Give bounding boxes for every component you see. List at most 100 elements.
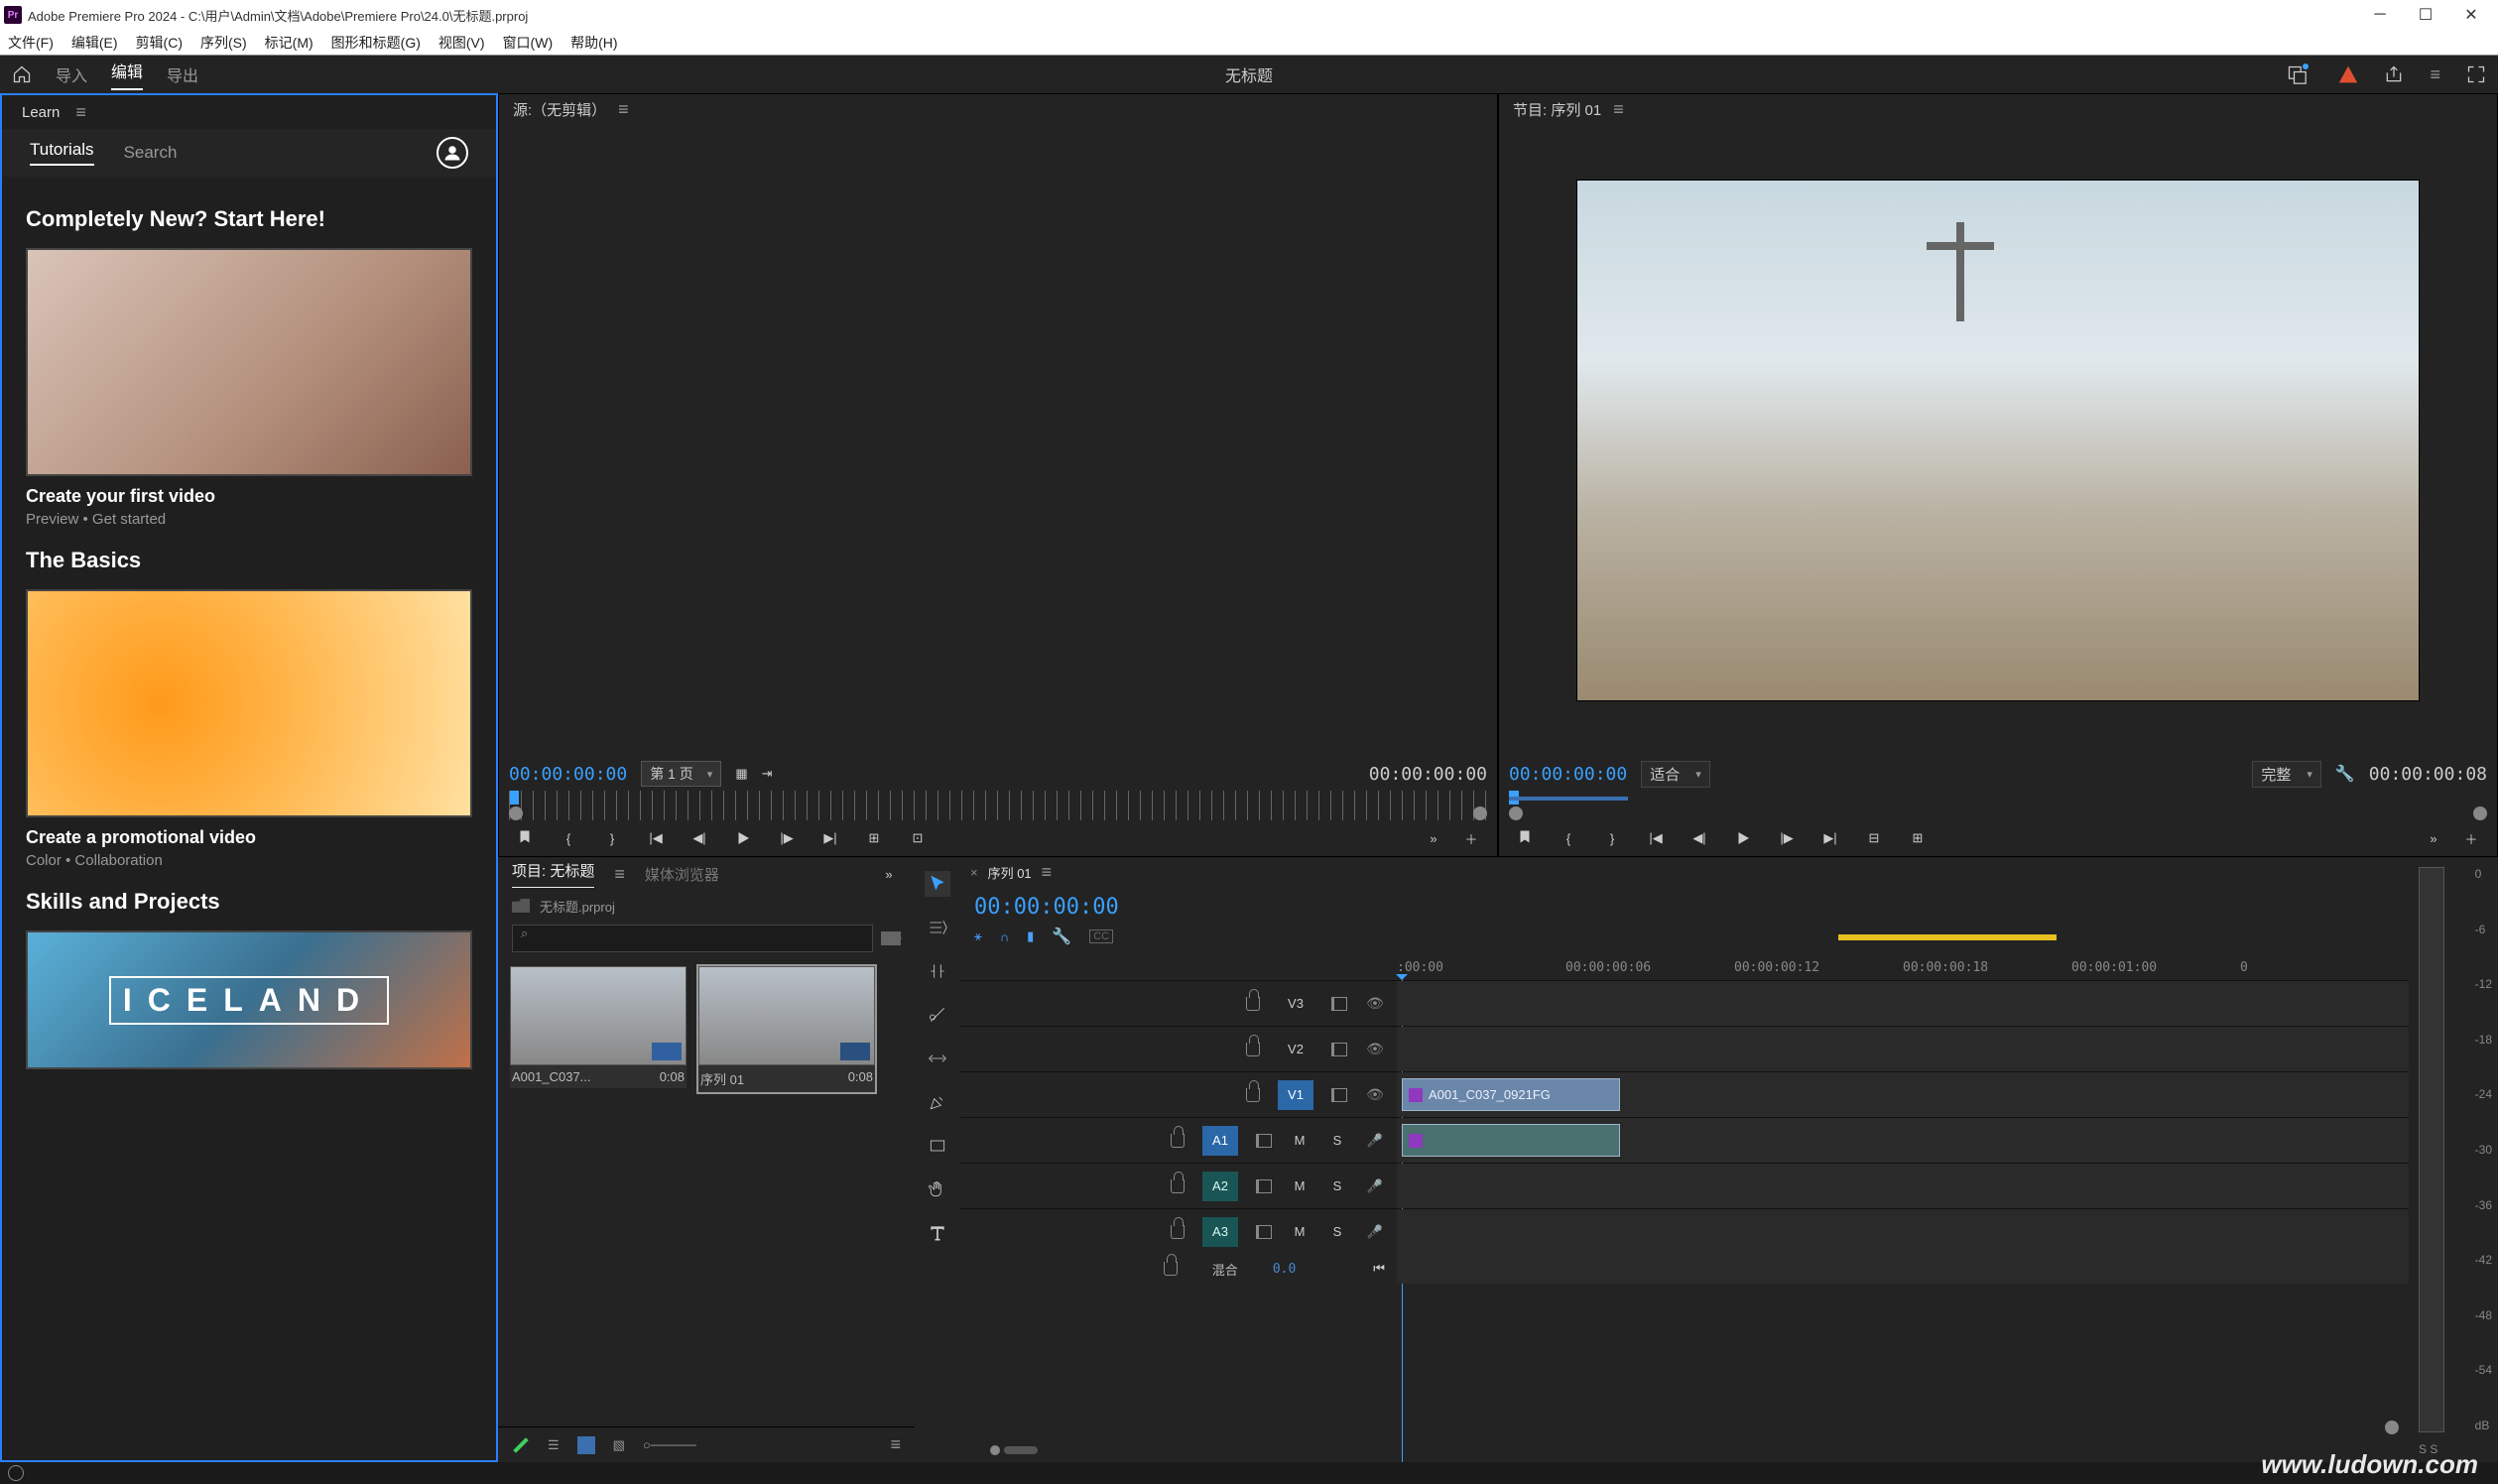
toggle-output-icon[interactable]: [1365, 1085, 1385, 1105]
minimize-button[interactable]: ─: [2357, 0, 2403, 30]
add-marker-icon[interactable]: ▮: [1027, 928, 1034, 944]
audio-clip[interactable]: [1402, 1124, 1620, 1157]
workspace-import[interactable]: 导入: [56, 62, 87, 86]
source-patch-icon[interactable]: [1331, 997, 1347, 1011]
mute-button[interactable]: M: [1290, 1222, 1310, 1242]
play-button[interactable]: [731, 826, 755, 850]
lock-icon[interactable]: [1171, 1134, 1185, 1148]
timeline-timecode[interactable]: 00:00:00:00: [974, 895, 1119, 920]
bin-clip-item[interactable]: A001_C037...0:08: [510, 966, 687, 1092]
home-icon[interactable]: [12, 64, 32, 84]
mute-button[interactable]: M: [1290, 1131, 1310, 1151]
more-transport-icon[interactable]: »: [2422, 826, 2445, 850]
source-page-select[interactable]: 第 1 页: [641, 761, 721, 787]
track-label-v1[interactable]: V1: [1278, 1080, 1313, 1110]
source-grid-icon[interactable]: ▦: [735, 766, 747, 782]
bin-sequence-item[interactable]: 序列 010:08: [698, 966, 875, 1092]
step-back-button[interactable]: ◀|: [687, 826, 711, 850]
timeline-tab-menu-icon[interactable]: [1042, 862, 1053, 883]
program-panel-menu-icon[interactable]: [1613, 99, 1624, 120]
track-label-v3[interactable]: V3: [1278, 989, 1313, 1019]
step-forward-button[interactable]: |▶: [775, 826, 799, 850]
source-link-icon[interactable]: ⇥: [762, 766, 773, 782]
hscroll-bar[interactable]: [990, 1444, 2399, 1456]
lock-icon[interactable]: [1171, 1179, 1185, 1193]
source-timecode-in[interactable]: 00:00:00:00: [509, 764, 627, 785]
program-zoom-select[interactable]: 适合: [1641, 761, 1710, 788]
track-label-a1[interactable]: A1: [1202, 1126, 1238, 1156]
project-footer-menu-icon[interactable]: [890, 1434, 901, 1455]
tutorial-card-iceland[interactable]: ICELAND: [26, 930, 472, 1069]
mark-out-button[interactable]: }: [600, 826, 624, 850]
mark-in-button[interactable]: {: [1557, 826, 1580, 850]
add-marker-button[interactable]: [1513, 826, 1537, 850]
sequence-tab[interactable]: 序列 01: [988, 863, 1032, 882]
vscroll-handle[interactable]: [2385, 1421, 2399, 1434]
snap-icon[interactable]: ⚹: [974, 928, 982, 944]
maximize-button[interactable]: ☐: [2403, 0, 2448, 30]
workspace-export[interactable]: 导出: [167, 62, 198, 86]
new-bin-icon[interactable]: [881, 931, 901, 945]
add-button[interactable]: ＋: [2459, 826, 2483, 850]
insert-button[interactable]: ⊞: [862, 826, 886, 850]
overflow-icon[interactable]: »: [877, 862, 901, 886]
timeline-ruler[interactable]: :00:00 00:00:00:06 00:00:00:12 00:00:00:…: [1397, 954, 2409, 980]
track-select-tool[interactable]: [925, 915, 950, 940]
rectangle-tool[interactable]: [925, 1133, 950, 1159]
menu-graphics[interactable]: 图形和标题(G): [331, 33, 421, 53]
track-label-v2[interactable]: V2: [1278, 1035, 1313, 1064]
lock-icon[interactable]: [1246, 997, 1260, 1011]
go-to-out-button[interactable]: ▶|: [818, 826, 842, 850]
fullscreen-icon[interactable]: [2466, 64, 2486, 84]
program-timecode-in[interactable]: 00:00:00:00: [1509, 764, 1627, 785]
selection-tool[interactable]: [925, 871, 950, 897]
timeline-settings-icon[interactable]: 🔧: [1052, 927, 1071, 946]
track-label-a3[interactable]: A3: [1202, 1217, 1238, 1247]
freeform-view-icon[interactable]: ▧: [613, 1437, 625, 1453]
solo-button[interactable]: S: [1327, 1222, 1347, 1242]
media-browser-tab[interactable]: 媒体浏览器: [645, 864, 719, 885]
source-ruler[interactable]: [509, 791, 1487, 820]
menu-window[interactable]: 窗口(W): [503, 33, 554, 53]
menu-view[interactable]: 视图(V): [438, 33, 485, 53]
source-tab[interactable]: 源:（无剪辑）: [513, 99, 606, 120]
more-transport-icon[interactable]: »: [1422, 826, 1445, 850]
go-to-out-button[interactable]: ▶|: [1818, 826, 1842, 850]
pen-tool[interactable]: [925, 1089, 950, 1115]
type-tool[interactable]: [925, 1220, 950, 1246]
mark-in-button[interactable]: {: [557, 826, 580, 850]
menu-clip[interactable]: 剪辑(C): [136, 33, 183, 53]
program-ruler[interactable]: [1509, 791, 2487, 820]
step-back-button[interactable]: ◀|: [1687, 826, 1711, 850]
close-button[interactable]: ✕: [2448, 0, 2494, 30]
ripple-edit-tool[interactable]: [925, 958, 950, 984]
solo-button[interactable]: S: [1327, 1176, 1347, 1196]
solo-button[interactable]: S: [1327, 1131, 1347, 1151]
source-panel-menu-icon[interactable]: [618, 99, 629, 120]
tutorial-card-first-video[interactable]: [26, 248, 472, 476]
creative-cloud-icon[interactable]: [8, 1465, 24, 1481]
close-sequence-icon[interactable]: ×: [970, 865, 978, 880]
learn-tab-search[interactable]: Search: [124, 143, 178, 163]
icon-view-icon[interactable]: [577, 1436, 595, 1454]
voice-over-icon[interactable]: 🎤: [1365, 1131, 1385, 1151]
mark-out-button[interactable]: }: [1600, 826, 1624, 850]
share-icon[interactable]: [2384, 64, 2404, 84]
source-patch-icon[interactable]: [1331, 1088, 1347, 1102]
user-avatar-icon[interactable]: [437, 137, 468, 169]
settings-icon[interactable]: 🔧: [2335, 764, 2355, 784]
lock-icon[interactable]: [1171, 1225, 1185, 1239]
list-view-icon[interactable]: ☰: [548, 1437, 560, 1453]
source-patch-icon[interactable]: [1256, 1225, 1272, 1239]
menu-help[interactable]: 帮助(H): [570, 33, 617, 53]
lock-icon[interactable]: [1164, 1262, 1178, 1276]
learn-tab-tutorials[interactable]: Tutorials: [30, 140, 94, 166]
project-tab-menu-icon[interactable]: [614, 864, 625, 885]
menu-sequence[interactable]: 序列(S): [200, 33, 247, 53]
quick-export-icon[interactable]: [2287, 64, 2312, 84]
razor-tool[interactable]: [925, 1002, 950, 1028]
program-quality-select[interactable]: 完整: [2252, 761, 2321, 788]
overwrite-button[interactable]: ⊡: [906, 826, 930, 850]
video-clip[interactable]: A001_C037_0921FG: [1402, 1078, 1620, 1111]
linked-selection-icon[interactable]: ∩: [1000, 929, 1009, 944]
